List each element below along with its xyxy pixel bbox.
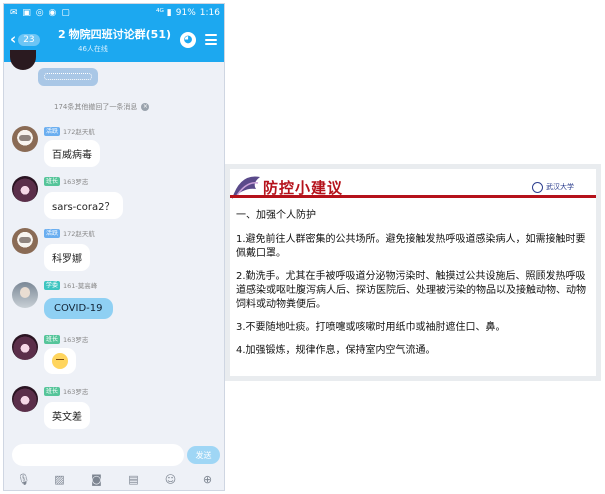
message-list[interactable]: 174条其他撤回了一条消息 × 活跃 172赵天航 百威病毒 班长 163罗志 … <box>4 50 224 444</box>
group-title[interactable]: 2 物院四班讨论群(51) <box>58 26 171 42</box>
composer: 发送 <box>4 442 224 466</box>
member-tag: 班长 <box>44 334 61 344</box>
message-bubble[interactable]: 百威病毒 <box>44 140 100 167</box>
close-icon[interactable]: × <box>141 103 150 111</box>
slide-body: 一、加强个人防护 1.避免前往人群密集的公共场所。避免接触发热呼吸道感染病人，如… <box>236 209 592 367</box>
back-button[interactable]: ‹ 23 <box>10 32 40 47</box>
plus-icon[interactable]: ⊕ <box>202 474 214 486</box>
unread-count-badge: 23 <box>18 33 40 46</box>
university-logo: 武汉大学 <box>532 181 574 193</box>
sender-name: 163罗志 <box>63 388 89 396</box>
signal-indicator: ⁴ᴳ ▮ <box>155 8 172 18</box>
slide-heading: 一、加强个人防护 <box>236 210 316 221</box>
message-meta: 班长 163罗志 <box>44 386 88 396</box>
battery-level: 91% <box>175 8 196 18</box>
recall-notice-text: 174条其他撤回了一条消息 <box>54 103 138 111</box>
avatar[interactable] <box>12 334 38 360</box>
emoji-icon <box>52 353 68 369</box>
sender-name: 163罗志 <box>63 178 89 186</box>
message-bubble[interactable]: 英文差 <box>44 402 90 429</box>
message-meta: 活跃 172赵天航 <box>44 126 95 136</box>
avatar[interactable] <box>10 50 36 70</box>
slide-header: 防控小建议 武汉大学 <box>230 169 596 205</box>
message-bubble[interactable] <box>44 348 76 374</box>
online-count: 46人在线 <box>78 45 108 53</box>
avatar[interactable] <box>12 386 38 412</box>
avatar[interactable] <box>12 126 38 152</box>
message-meta: 班长 163罗志 <box>44 176 88 186</box>
status-bar: ✉ ▣ ◎ ◉ ▢ ⁴ᴳ ▮ 91% 1:16 <box>4 4 224 22</box>
member-tag: 学委 <box>44 280 61 290</box>
send-button[interactable]: 发送 <box>187 446 220 464</box>
advice-slide: 防控小建议 武汉大学 一、加强个人防护 1.避免前往人群密集的公共场所。避免接触… <box>225 164 601 381</box>
advice-point: 3.不要随地吐痰。打喷嚏或咳嗽时用纸巾或袖肘遮住口、鼻。 <box>236 322 506 333</box>
sender-name: 161-莫高峰 <box>63 282 98 290</box>
member-tag: 活跃 <box>44 228 61 238</box>
sender-name: 172赵天航 <box>63 128 95 136</box>
sender-name: 163罗志 <box>63 336 89 344</box>
message-bubble[interactable]: sars-cora2？ <box>44 192 123 219</box>
message-input[interactable] <box>12 444 184 466</box>
avatar[interactable] <box>12 176 38 202</box>
member-tag: 班长 <box>44 386 61 396</box>
advice-point: 2.勤洗手。尤其在手被呼吸道分泌物污染时、触摸过公共设施后、照顾发热呼吸道感染或… <box>236 271 586 310</box>
image-message[interactable] <box>38 68 98 86</box>
advice-point: 4.加强锻炼，规律作息，保持室内空气流通。 <box>236 345 436 356</box>
chat-header: ‹ 23 2 物院四班讨论群(51) 46人在线 ◕ <box>4 22 224 62</box>
message-meta: 活跃 172赵天航 <box>44 228 95 238</box>
slide-title: 防控小建议 <box>263 179 344 197</box>
group-bot-icon[interactable]: ◕ <box>180 32 196 48</box>
logo-text: 武汉大学 <box>546 183 574 191</box>
avatar[interactable] <box>12 228 38 254</box>
group-number-icon: 2 <box>58 27 66 41</box>
clock: 1:16 <box>199 8 220 18</box>
avatar[interactable] <box>12 282 38 308</box>
seal-icon <box>532 181 543 193</box>
menu-icon[interactable] <box>205 34 217 45</box>
chevron-left-icon: ‹ <box>10 30 17 48</box>
message-meta: 班长 163罗志 <box>44 334 88 344</box>
sender-name: 172赵天航 <box>63 230 95 238</box>
notification-icons: ✉ ▣ ◎ ◉ ▢ <box>10 8 71 18</box>
message-bubble[interactable]: COVID-19 <box>44 298 113 319</box>
microphone-icon[interactable]: 🎙︎ <box>17 474 31 486</box>
member-tag: 活跃 <box>44 126 61 136</box>
phone-screenshot: ✉ ▣ ◎ ◉ ▢ ⁴ᴳ ▮ 91% 1:16 ‹ 23 2 物院四班讨论群(5… <box>3 3 225 491</box>
input-toolbar: 🎙︎ ▨ ◙ ▤ ☺ ⊕ <box>4 469 224 490</box>
advice-point: 1.避免前往人群密集的公共场所。避免接触发热呼吸道感染病人，如需接触时要佩戴口罩… <box>236 234 586 259</box>
emoji-icon[interactable]: ☺ <box>165 474 177 486</box>
member-tag: 班长 <box>44 176 61 186</box>
camera-icon[interactable]: ◙ <box>91 474 103 486</box>
image-icon[interactable]: ▨ <box>54 474 66 486</box>
message-meta: 学委 161-莫高峰 <box>44 280 97 290</box>
group-name: 物院四班讨论群(51) <box>68 28 172 41</box>
recall-notice: 174条其他撤回了一条消息 × <box>54 102 150 112</box>
red-packet-icon[interactable]: ▤ <box>128 474 140 486</box>
message-bubble[interactable]: 科罗娜 <box>44 244 90 271</box>
